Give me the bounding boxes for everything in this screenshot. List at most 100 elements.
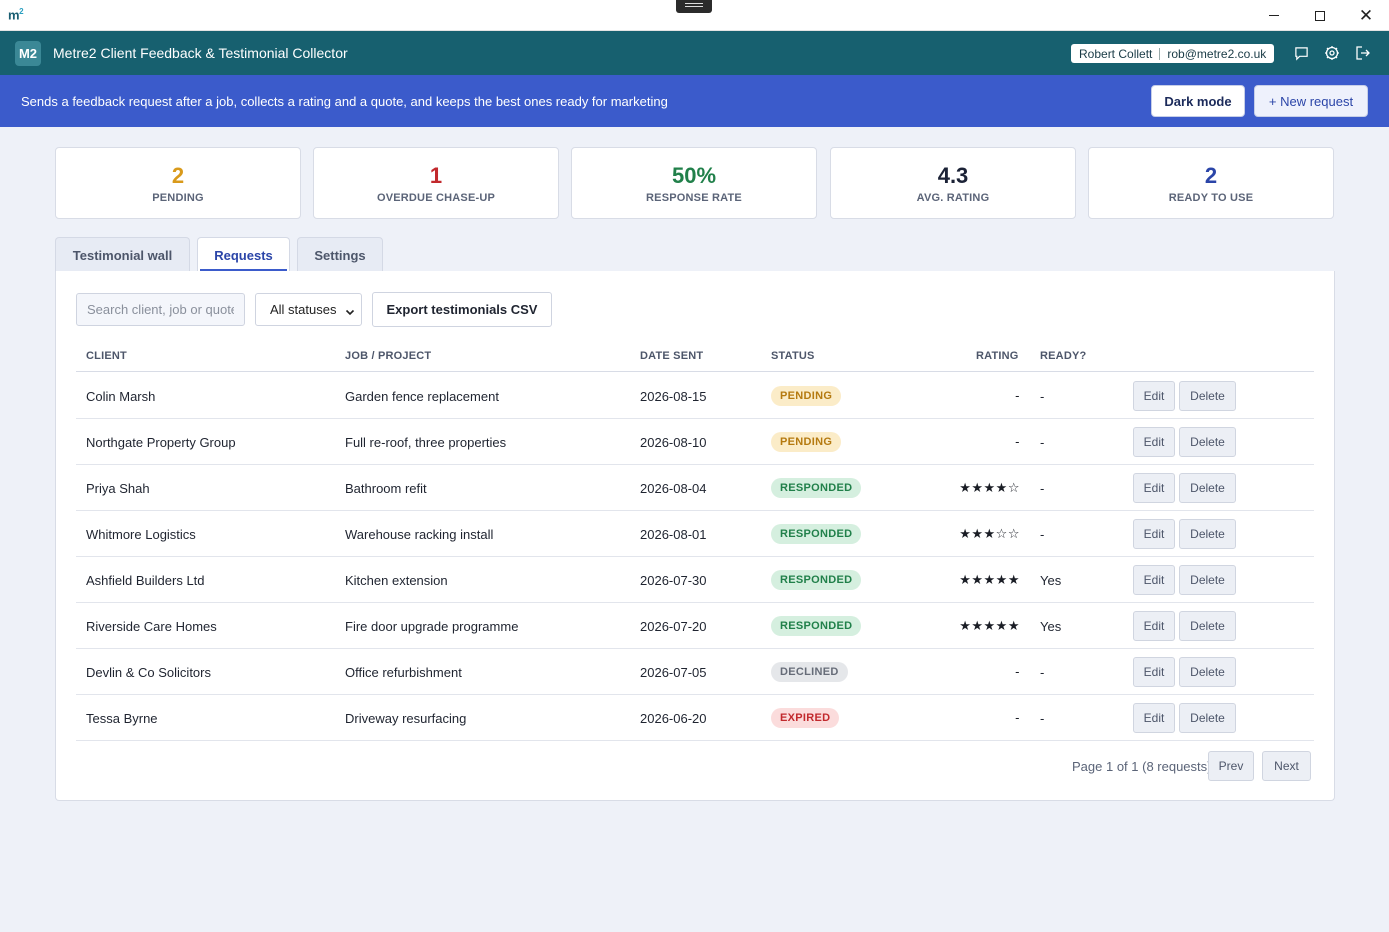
status-filter-value: All statuses [270, 302, 337, 317]
cell-date: 2026-06-20 [640, 711, 707, 726]
drag-handle[interactable] [676, 0, 712, 13]
cell-date: 2026-07-20 [640, 619, 707, 634]
delete-button[interactable]: Delete [1179, 519, 1236, 549]
close-icon[interactable]: ✕ [1343, 0, 1389, 31]
col-header-ready: READY? [1040, 350, 1087, 362]
user-info: Robert Collett rob@metre2.co.uk [1071, 44, 1275, 63]
banner-tagline: Sends a feedback request after a job, co… [21, 94, 668, 109]
edit-button[interactable]: Edit [1133, 565, 1175, 595]
stat-value: 1 [429, 163, 443, 188]
delete-button[interactable]: Delete [1179, 381, 1236, 411]
pagination-info: Page 1 of 1 (8 requests) [1072, 759, 1212, 774]
user-email: rob@metre2.co.uk [1167, 46, 1267, 61]
table-row: Devlin & Co Solicitors Office refurbishme… [76, 649, 1314, 695]
cell-rating: ★★★☆☆ [959, 526, 1020, 541]
cell-client: Priya Shah [86, 481, 150, 496]
cell-date: 2026-07-30 [640, 573, 707, 588]
delete-button[interactable]: Delete [1179, 427, 1236, 457]
info-banner: Sends a feedback request after a job, co… [0, 75, 1389, 127]
stat-card: 50% RESPONSE RATE [571, 147, 817, 219]
table-row: Whitmore Logistics Warehouse racking inst… [76, 511, 1314, 557]
app-logo: m2 [8, 7, 24, 23]
next-page-button[interactable]: Next [1262, 751, 1311, 781]
cell-rating: ★★★★★ [959, 572, 1020, 587]
status-badge: PENDING [771, 432, 842, 452]
cell-client: Tessa Byrne [86, 711, 158, 726]
tab-settings[interactable]: Settings [297, 237, 383, 272]
logout-icon[interactable] [1354, 44, 1372, 62]
delete-button[interactable]: Delete [1179, 473, 1236, 503]
app-title: Metre2 Client Feedback & Testimonial Col… [53, 45, 348, 61]
edit-button[interactable]: Edit [1133, 657, 1175, 687]
cell-ready: - [1040, 435, 1045, 450]
status-badge: DECLINED [771, 662, 848, 682]
col-header-client: CLIENT [86, 350, 127, 362]
cell-rating: - [1015, 710, 1020, 725]
stat-value: 2 [171, 163, 185, 188]
cell-ready: Yes [1040, 573, 1062, 588]
cell-rating: - [1015, 434, 1020, 449]
tab-requests[interactable]: Requests [197, 237, 290, 272]
cell-rating: ★★★★★ [959, 618, 1020, 633]
cell-date: 2026-08-10 [640, 435, 707, 450]
stat-card: 2 READY TO USE [1088, 147, 1334, 219]
chat-icon[interactable] [1292, 44, 1310, 62]
tab-testimonial-wall[interactable]: Testimonial wall [55, 237, 190, 272]
delete-button[interactable]: Delete [1179, 565, 1236, 595]
app-badge: M2 [15, 41, 41, 66]
cell-date: 2026-07-05 [640, 665, 707, 680]
table-row: Priya Shah Bathroom refit 2026-08-04 RESPON… [76, 465, 1314, 511]
cell-job: Garden fence replacement [345, 389, 499, 404]
delete-button[interactable]: Delete [1179, 611, 1236, 641]
search-input[interactable] [76, 293, 245, 326]
status-badge: RESPONDED [771, 478, 862, 498]
edit-button[interactable]: Edit [1133, 381, 1175, 411]
cell-ready: - [1040, 481, 1045, 496]
stat-label: RESPONSE RATE [646, 192, 742, 204]
stat-card: 2 PENDING [55, 147, 301, 219]
delete-button[interactable]: Delete [1179, 657, 1236, 687]
cell-ready: Yes [1040, 619, 1062, 634]
cell-date: 2026-08-15 [640, 389, 707, 404]
maximize-icon[interactable] [1297, 0, 1343, 31]
minimize-icon[interactable] [1251, 0, 1297, 31]
stat-label: READY TO USE [1168, 192, 1254, 204]
cell-ready: - [1040, 711, 1045, 726]
status-badge: RESPONDED [771, 524, 862, 544]
cell-job: Office refurbishment [345, 665, 462, 680]
stat-value: 50% [671, 163, 717, 188]
edit-button[interactable]: Edit [1133, 703, 1175, 733]
cell-rating: ★★★★☆ [959, 480, 1020, 495]
delete-button[interactable]: Delete [1179, 703, 1236, 733]
stat-label: OVERDUE CHASE-UP [376, 192, 496, 204]
edit-button[interactable]: Edit [1133, 519, 1175, 549]
chevron-down-icon [345, 305, 355, 320]
app-header: M2 Metre2 Client Feedback & Testimonial … [0, 31, 1389, 75]
table-row: Riverside Care Homes Fire door upgrade pr… [76, 603, 1314, 649]
new-request-button[interactable]: + New request [1254, 85, 1368, 117]
stat-value: 2 [1204, 163, 1218, 188]
edit-button[interactable]: Edit [1133, 473, 1175, 503]
col-header-rating: RATING [976, 350, 1019, 362]
stat-value: 4.3 [937, 163, 969, 188]
dark-mode-button[interactable]: Dark mode [1151, 85, 1245, 117]
export-csv-button[interactable]: Export testimonials CSV [372, 292, 552, 327]
status-filter-select[interactable]: All statuses [255, 293, 362, 326]
status-badge: EXPIRED [771, 708, 840, 728]
cell-date: 2026-08-01 [640, 527, 707, 542]
gear-icon[interactable] [1323, 44, 1341, 62]
table-row: Northgate Property Group Full re-roof, th… [76, 419, 1314, 465]
status-badge: PENDING [771, 386, 842, 406]
cell-client: Whitmore Logistics [86, 527, 196, 542]
edit-button[interactable]: Edit [1133, 427, 1175, 457]
cell-job: Full re-roof, three properties [345, 435, 507, 450]
edit-button[interactable]: Edit [1133, 611, 1175, 641]
stat-label: PENDING [152, 192, 204, 204]
prev-page-button[interactable]: Prev [1208, 751, 1254, 781]
table-row: Ashfield Builders Ltd Kitchen extension 20… [76, 557, 1314, 603]
cell-job: Warehouse racking install [345, 527, 494, 542]
status-badge: RESPONDED [771, 570, 862, 590]
cell-job: Driveway resurfacing [345, 711, 467, 726]
cell-date: 2026-08-04 [640, 481, 707, 496]
cell-job: Bathroom refit [345, 481, 427, 496]
